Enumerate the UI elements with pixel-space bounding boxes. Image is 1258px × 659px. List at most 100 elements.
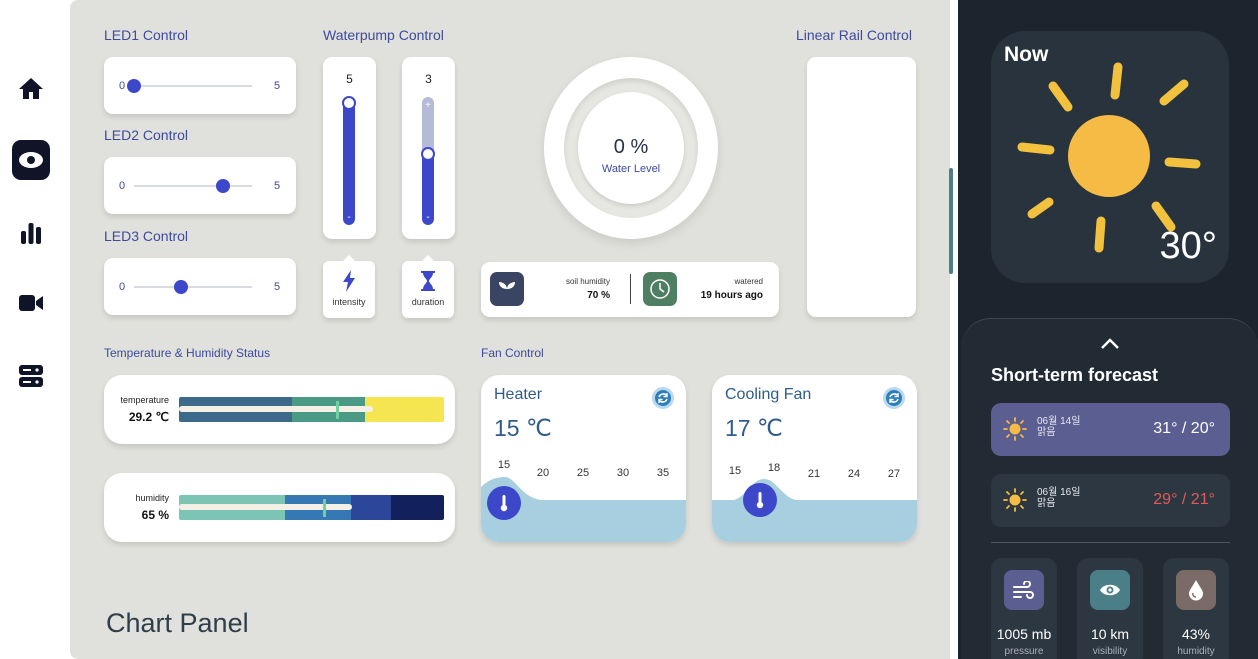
sidebar xyxy=(0,0,70,659)
led2-card: 0 5 xyxy=(104,157,296,214)
nav-home[interactable] xyxy=(0,72,62,104)
nav-camera[interactable] xyxy=(0,290,62,316)
led3-min: 0 xyxy=(119,281,126,293)
drop-icon-tile xyxy=(1176,570,1216,610)
led1-card: 0 5 xyxy=(104,57,296,114)
bar-chart-icon xyxy=(21,223,41,244)
intensity-slider-fill xyxy=(343,97,355,225)
intensity-label: intensity xyxy=(332,297,366,307)
temperature-card: temperature 29.2 ℃ xyxy=(104,375,455,444)
nav-server[interactable] xyxy=(0,362,62,390)
duration-label: duration xyxy=(411,297,445,307)
led3-title: LED3 Control xyxy=(104,228,189,244)
current-weather-card: Now 30° xyxy=(991,31,1229,283)
led1-max: 5 xyxy=(274,80,281,92)
humidity-stat-label: humidity xyxy=(1177,646,1215,657)
temperature-value: 29.2 ℃ xyxy=(128,410,169,424)
forecast-date: 06월 16일 맑음 xyxy=(1037,487,1081,509)
video-camera-icon xyxy=(19,295,43,311)
thermometer-icon xyxy=(500,495,508,512)
soil-status-card: soil humidity 70 % watered 19 hours ago xyxy=(481,262,779,317)
heater-refresh-button[interactable] xyxy=(652,387,674,409)
led1-title: LED1 Control xyxy=(104,27,189,43)
humidity-marker xyxy=(323,499,326,517)
eye-icon-tile xyxy=(1090,570,1130,610)
cooling-fan-temp: 17 ℃ xyxy=(725,415,783,441)
led2-slider-track[interactable] xyxy=(134,185,252,187)
pressure-label: pressure xyxy=(1004,646,1044,657)
intensity-value: 5 xyxy=(346,72,353,86)
humidity-label: humidity xyxy=(135,493,169,503)
nav-charts[interactable] xyxy=(0,220,62,246)
watered-label: watered xyxy=(734,277,763,286)
linear-rail-panel[interactable] xyxy=(807,57,916,317)
temperature-indicator xyxy=(179,406,373,412)
linear-rail-title: Linear Rail Control xyxy=(796,27,912,43)
cooling-scale: 15 18 21 24 27 xyxy=(712,455,917,480)
led3-slider-track[interactable] xyxy=(134,286,252,288)
eye-icon xyxy=(1100,584,1120,596)
humidity-value: 65 % xyxy=(141,508,169,522)
sun-icon xyxy=(1003,488,1027,512)
temperature-marker xyxy=(336,401,339,419)
visibility-stat: 10 km visibility xyxy=(1077,558,1143,659)
humidity-stat-value: 43% xyxy=(1181,626,1211,642)
heater-scale: 15 20 25 30 35 xyxy=(481,455,686,479)
led2-title: LED2 Control xyxy=(104,127,189,143)
heater-tick: 15 xyxy=(497,459,511,471)
humidity-card: humidity 65 % xyxy=(104,473,455,542)
scrollbar-thumb[interactable] xyxy=(949,168,953,274)
duration-slider-card: 3 + - xyxy=(402,57,455,239)
led2-max: 5 xyxy=(274,180,281,192)
duration-plus-icon[interactable]: + xyxy=(422,101,434,111)
temperature-label: temperature xyxy=(120,395,169,405)
heater-dial-handle[interactable] xyxy=(487,486,521,520)
intensity-tab[interactable]: intensity xyxy=(323,255,375,318)
cooling-refresh-button[interactable] xyxy=(883,387,905,409)
forecast-date: 06월 14일 맑음 xyxy=(1037,416,1081,438)
plant-icon xyxy=(499,282,515,298)
forecast-panel: Short-term forecast 06월 14일 맑음 31° / 20° … xyxy=(961,318,1258,659)
water-drop-icon xyxy=(1189,580,1203,601)
water-level-label: Water Level xyxy=(601,163,661,175)
cooling-fan-title: Cooling Fan xyxy=(725,386,812,403)
duration-minus-icon[interactable]: - xyxy=(422,213,434,223)
clock-icon xyxy=(650,279,670,299)
weather-panel: Now 30° Short-term forecast 06월 14일 맑음 31… xyxy=(958,0,1258,659)
divider xyxy=(630,274,631,304)
scrollbar[interactable] xyxy=(948,0,954,659)
heater-title: Heater xyxy=(494,386,543,403)
intensity-slider-track[interactable] xyxy=(343,97,355,225)
pressure-stat: 1005 mb pressure xyxy=(991,558,1057,659)
duration-tab[interactable]: duration xyxy=(402,255,454,318)
home-icon xyxy=(19,78,43,99)
cooling-dial-handle[interactable] xyxy=(743,483,777,517)
led1-slider-handle[interactable] xyxy=(127,79,141,93)
led3-max: 5 xyxy=(274,281,281,293)
forecast-title: Short-term forecast xyxy=(991,365,1159,385)
led2-slider-handle[interactable] xyxy=(215,179,230,193)
refresh-icon xyxy=(658,393,668,403)
intensity-minus-icon[interactable]: - xyxy=(343,213,355,223)
thermometer-icon xyxy=(756,492,764,509)
pressure-value: 1005 mb xyxy=(996,626,1052,642)
nav-monitor[interactable] xyxy=(0,138,62,182)
led3-card: 0 5 xyxy=(104,258,296,315)
intensity-slider-handle[interactable] xyxy=(342,96,356,110)
sun-icon xyxy=(1003,417,1027,441)
led1-slider-track[interactable] xyxy=(134,85,252,87)
now-temp: 30° xyxy=(1159,225,1217,267)
heater-card: Heater 15 ℃ 15 20 25 30 35 xyxy=(481,375,686,542)
refresh-icon xyxy=(889,393,899,403)
chevron-up-icon[interactable] xyxy=(1101,337,1119,349)
heater-temp: 15 ℃ xyxy=(494,415,552,441)
main-panel: LED1 Control 0 5 LED2 Control 0 5 LED3 C… xyxy=(70,0,953,659)
forecast-item[interactable]: 06월 14일 맑음 31° / 20° xyxy=(991,403,1230,456)
visibility-label: visibility xyxy=(1092,646,1128,657)
forecast-desc: 맑음 xyxy=(1037,498,1056,509)
intensity-slider-card: 5 - xyxy=(323,57,376,239)
forecast-item[interactable]: 06월 16일 맑음 29° / 21° xyxy=(991,474,1230,527)
forecast-divider xyxy=(991,542,1230,543)
led3-slider-handle[interactable] xyxy=(174,280,189,294)
cooling-fan-card: Cooling Fan 17 ℃ 15 18 21 24 27 xyxy=(712,375,917,542)
